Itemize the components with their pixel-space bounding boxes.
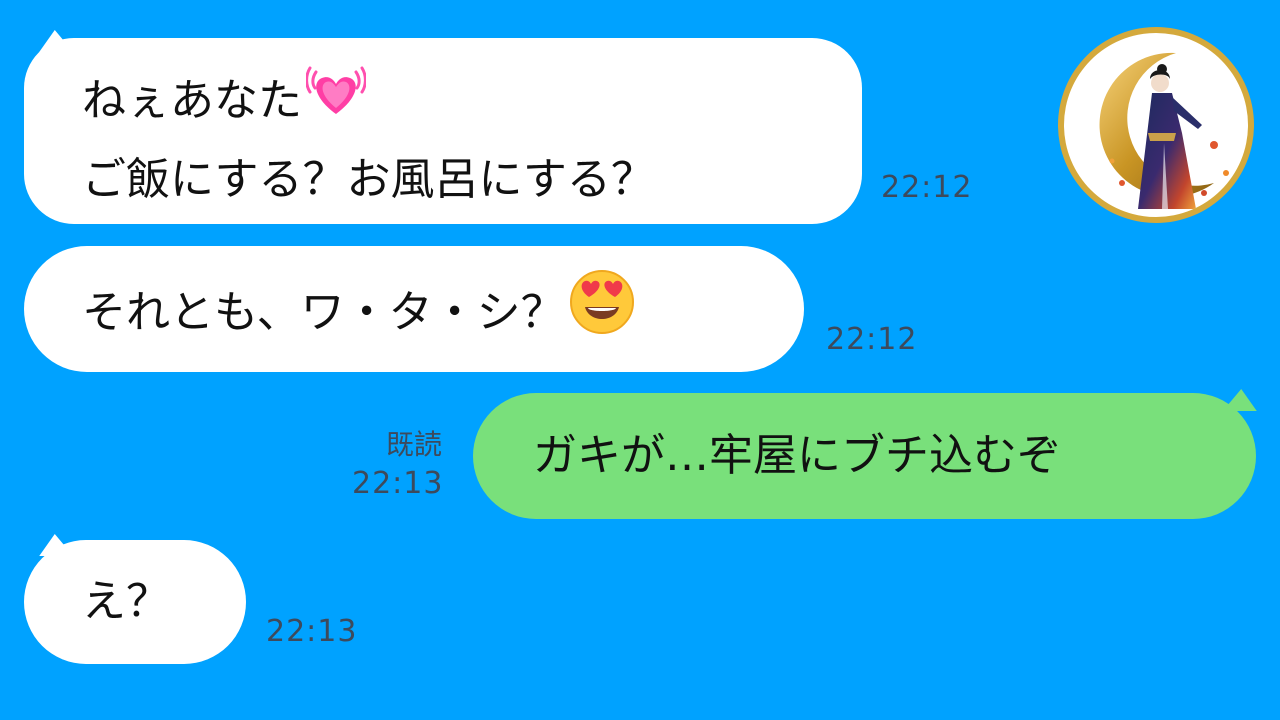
message-line: ご飯にする？お風呂にする？ xyxy=(82,154,655,205)
message-text: え？ xyxy=(82,576,170,627)
read-receipt: 既読 xyxy=(386,428,443,461)
kimono-woman-crescent-moon-avatar-icon xyxy=(1064,33,1248,217)
message-text: ガキが…牢屋にブチ込むぞ xyxy=(533,430,1061,481)
contact-avatar[interactable] xyxy=(1058,27,1254,223)
message-timestamp: 22:13 xyxy=(352,466,444,501)
message-bubble-incoming[interactable]: え？ xyxy=(24,540,246,664)
message-timestamp: 22:13 xyxy=(266,614,358,649)
message-line: ねぇあなた xyxy=(82,66,862,138)
message-bubble-outgoing[interactable]: ガキが…牢屋にブチ込むぞ xyxy=(473,393,1256,519)
message-text: ねぇあなた xyxy=(82,75,302,126)
chat-area[interactable]: ねぇあなた ご飯にする？お風呂にする？ 22:12 それとも、ワ・タ・シ？ 22… xyxy=(0,0,1280,720)
message-bubble-incoming[interactable]: それとも、ワ・タ・シ？ xyxy=(24,246,804,372)
message-bubble-incoming[interactable]: ねぇあなた ご飯にする？お風呂にする？ xyxy=(24,38,862,224)
heart-eyes-face-icon xyxy=(569,269,635,351)
bubble-tail xyxy=(1222,389,1276,411)
growing-heart-icon xyxy=(305,62,367,138)
message-text: それとも、ワ・タ・シ？ xyxy=(82,287,565,338)
message-timestamp: 22:12 xyxy=(881,170,973,205)
message-timestamp: 22:12 xyxy=(826,322,918,357)
